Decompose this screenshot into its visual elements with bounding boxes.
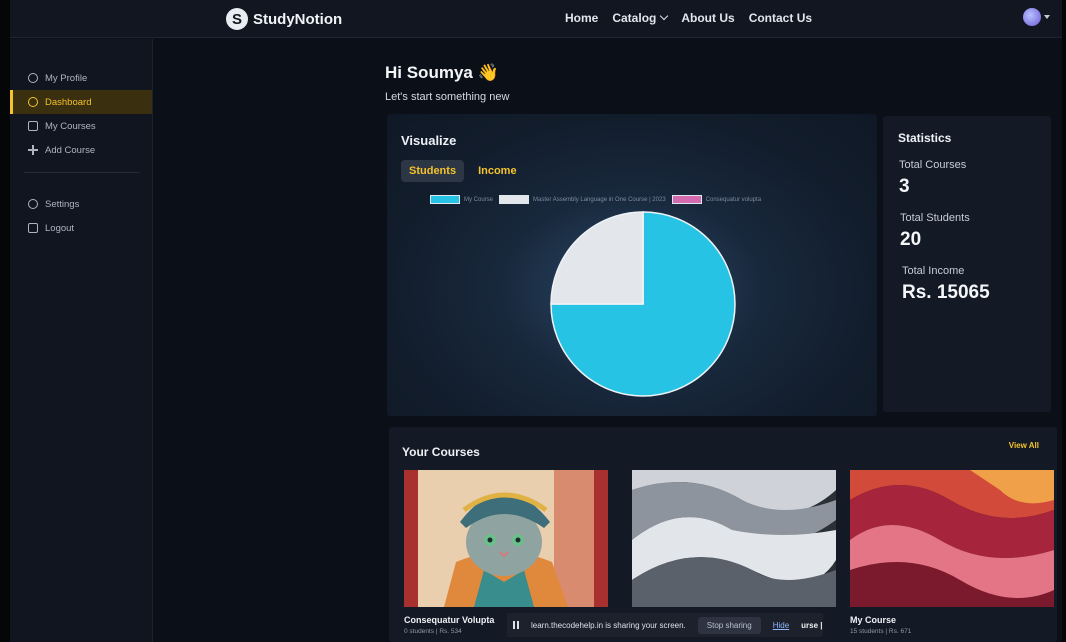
course-card[interactable]: My Course 15 students | Rs. 671 bbox=[850, 470, 1054, 635]
total-income-value: Rs. 15065 bbox=[902, 282, 990, 303]
visualize-card: Visualize Students Income My Course Mast… bbox=[387, 114, 877, 416]
gear-icon bbox=[28, 199, 38, 209]
course-thumbnail[interactable] bbox=[632, 470, 836, 607]
total-students-label: Total Students bbox=[900, 212, 970, 224]
pie-chart bbox=[550, 211, 736, 397]
sidebar-item-label: Dashboard bbox=[45, 96, 92, 108]
total-students-value: 20 bbox=[900, 229, 922, 250]
course-thumbnail-image bbox=[404, 470, 608, 607]
sidebar-item-label: My Courses bbox=[45, 120, 96, 132]
share-message: learn.thecodehelp.in is sharing your scr… bbox=[531, 620, 686, 630]
sidebar-item-label: Add Course bbox=[45, 144, 96, 156]
sidebar-item-my-profile[interactable]: My Profile bbox=[10, 66, 152, 90]
logout-icon bbox=[28, 223, 38, 233]
obscured-course-title: urse | bbox=[801, 620, 823, 630]
total-courses-value: 3 bbox=[899, 176, 910, 197]
course-price: Rs. 671 bbox=[888, 628, 912, 635]
avatar bbox=[1023, 8, 1041, 26]
top-navbar: S StudyNotion Home Catalog About Us Cont… bbox=[10, 0, 1062, 38]
sidebar-item-label: My Profile bbox=[45, 72, 88, 84]
wave-icon: 👋 bbox=[477, 63, 499, 82]
greeting-text: Hi Soumya bbox=[385, 63, 473, 82]
statistics-card: Statistics Total Courses 3 Total Student… bbox=[883, 116, 1051, 412]
nav-catalog[interactable]: Catalog bbox=[612, 11, 669, 25]
statistics-title: Statistics bbox=[898, 131, 952, 145]
hide-button[interactable]: Hide bbox=[773, 621, 789, 630]
course-students: 15 students bbox=[850, 628, 884, 635]
course-price: Rs. 534 bbox=[439, 628, 462, 635]
course-card[interactable]: Consequatur Volupta 0 students | Rs. 534 bbox=[404, 470, 608, 635]
nav-home[interactable]: Home bbox=[565, 11, 598, 25]
pause-icon bbox=[513, 621, 519, 629]
total-income-label: Total Income bbox=[902, 265, 965, 277]
profile-menu[interactable] bbox=[1023, 8, 1050, 26]
your-courses-card: Your Courses View All Consequatur Volupt… bbox=[389, 427, 1057, 642]
chevron-down-icon bbox=[660, 11, 669, 21]
caret-down-icon bbox=[1044, 15, 1050, 19]
courses-icon bbox=[28, 121, 38, 131]
sidebar-item-add-course[interactable]: Add Course bbox=[10, 138, 152, 162]
profile-icon bbox=[28, 73, 38, 83]
sidebar-item-my-courses[interactable]: My Courses bbox=[10, 114, 152, 138]
plus-icon bbox=[28, 145, 38, 155]
course-thumbnail[interactable] bbox=[850, 470, 1054, 607]
sidebar-item-label: Logout bbox=[45, 222, 75, 234]
sidebar-item-label: Settings bbox=[45, 198, 80, 210]
course-title: My Course bbox=[850, 615, 897, 625]
nav-links: Home Catalog About Us Contact Us bbox=[565, 11, 812, 25]
stop-sharing-button[interactable]: Stop sharing bbox=[697, 616, 761, 634]
course-thumbnail[interactable] bbox=[404, 470, 608, 607]
page-title: Hi Soumya 👋 bbox=[385, 63, 499, 83]
pie-slice[interactable] bbox=[550, 211, 644, 305]
course-students: 0 students bbox=[404, 628, 434, 635]
sidebar-item-dashboard[interactable]: Dashboard bbox=[10, 90, 152, 114]
view-all-link[interactable]: View All bbox=[1009, 441, 1039, 450]
sidebar: My Profile Dashboard My Courses Add Cour… bbox=[10, 39, 153, 642]
sidebar-item-logout[interactable]: Logout bbox=[10, 216, 152, 240]
your-courses-title: Your Courses bbox=[402, 445, 480, 459]
total-courses-label: Total Courses bbox=[899, 159, 967, 171]
logo-text: StudyNotion bbox=[253, 10, 343, 28]
course-thumbnail-image bbox=[632, 470, 836, 607]
sidebar-item-settings[interactable]: Settings bbox=[10, 192, 152, 216]
course-thumbnail-image bbox=[850, 470, 1054, 607]
sidebar-divider bbox=[24, 172, 140, 173]
course-meta: 15 students | Rs. 671 bbox=[850, 628, 1054, 635]
screen-share-bar: learn.thecodehelp.in is sharing your scr… bbox=[507, 613, 823, 637]
logo-mark-icon: S bbox=[226, 8, 248, 30]
nav-contact[interactable]: Contact Us bbox=[749, 11, 812, 25]
app-window: S StudyNotion Home Catalog About Us Cont… bbox=[10, 0, 1062, 642]
course-card[interactable] bbox=[632, 470, 836, 615]
nav-catalog-label: Catalog bbox=[612, 11, 657, 25]
dashboard-icon bbox=[28, 97, 38, 107]
logo[interactable]: S StudyNotion bbox=[226, 8, 342, 30]
page-subtitle: Let's start something new bbox=[385, 91, 510, 103]
nav-about[interactable]: About Us bbox=[681, 11, 734, 25]
